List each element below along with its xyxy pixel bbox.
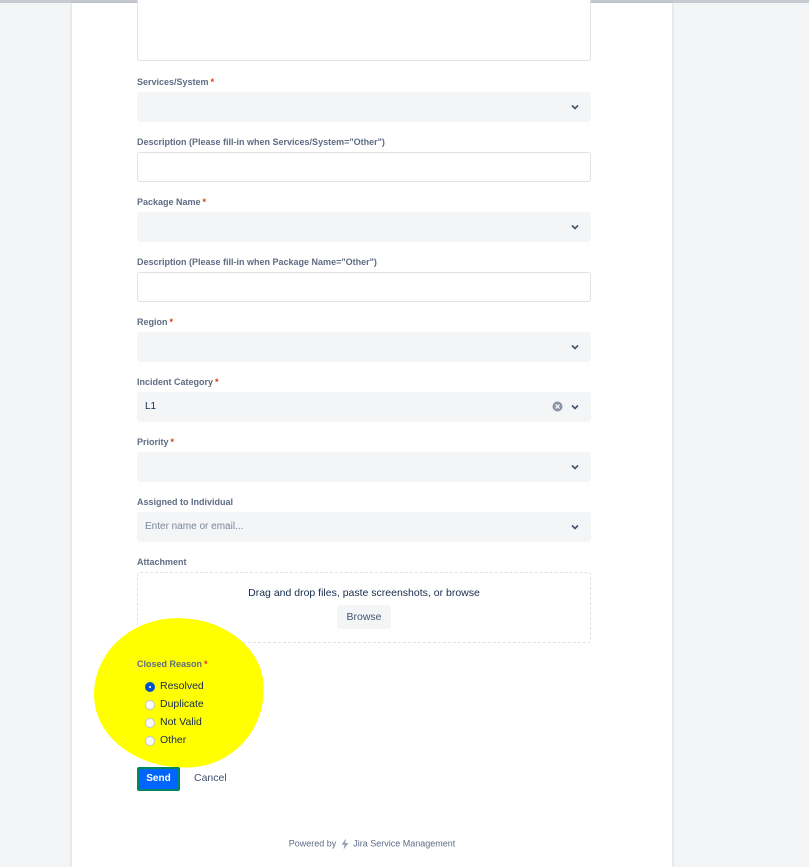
radio-label: Resolved: [160, 680, 204, 692]
radio-unchecked[interactable]: [145, 700, 155, 710]
services-system-select[interactable]: [137, 92, 591, 122]
radio-unchecked[interactable]: [145, 736, 155, 746]
services-description-label: Description (Please fill-in when Service…: [137, 137, 385, 147]
powered-by-text: Powered by: [288, 838, 337, 849]
cancel-button[interactable]: Cancel: [194, 772, 227, 784]
services-description-input[interactable]: [137, 152, 591, 182]
radio-label: Duplicate: [160, 698, 204, 710]
assigned-to-placeholder: Enter name or email...: [145, 521, 244, 532]
radio-label: Not Valid: [160, 716, 202, 728]
incident-category-value: L1: [145, 401, 157, 412]
chevron-down-icon: [571, 524, 579, 530]
services-system-label: Services/System *: [137, 77, 215, 87]
chevron-down-icon: [571, 464, 579, 470]
previous-textarea[interactable]: [137, 0, 591, 61]
region-label: Region *: [137, 317, 174, 327]
assigned-to-select[interactable]: Enter name or email...: [137, 512, 591, 542]
chevron-down-icon: [571, 104, 579, 110]
priority-label: Priority *: [137, 437, 175, 447]
chevron-down-icon: [571, 344, 579, 350]
priority-select[interactable]: [137, 452, 591, 482]
package-name-label: Package Name *: [137, 197, 207, 207]
package-name-select[interactable]: [137, 212, 591, 242]
radio-unchecked[interactable]: [145, 718, 155, 728]
closed-reason-label: Closed Reason *: [137, 659, 208, 669]
region-select[interactable]: [137, 332, 591, 362]
jira-bolt-icon: [341, 838, 349, 850]
product-name[interactable]: Jira Service Management: [353, 838, 455, 848]
chevron-down-icon: [571, 224, 579, 230]
browse-button[interactable]: Browse: [337, 605, 391, 629]
chevron-down-icon: [571, 404, 579, 410]
incident-category-select[interactable]: L1: [137, 392, 591, 422]
dropzone-text: Drag and drop files, paste screenshots, …: [248, 587, 480, 599]
radio-label: Other: [160, 734, 187, 746]
request-form-card: Services/System * Description (Please fil…: [72, 0, 672, 867]
package-description-input[interactable]: [137, 272, 591, 302]
powered-by-footer: Powered by Jira Service Management: [72, 838, 672, 850]
assigned-to-label: Assigned to Individual: [137, 497, 234, 507]
attachment-label: Attachment: [137, 557, 187, 567]
package-description-label: Description (Please fill-in when Package…: [137, 257, 377, 267]
send-button[interactable]: Send: [137, 767, 180, 791]
clear-icon[interactable]: [552, 401, 563, 412]
incident-category-label: Incident Category *: [137, 377, 219, 387]
radio-checked[interactable]: [145, 682, 155, 692]
